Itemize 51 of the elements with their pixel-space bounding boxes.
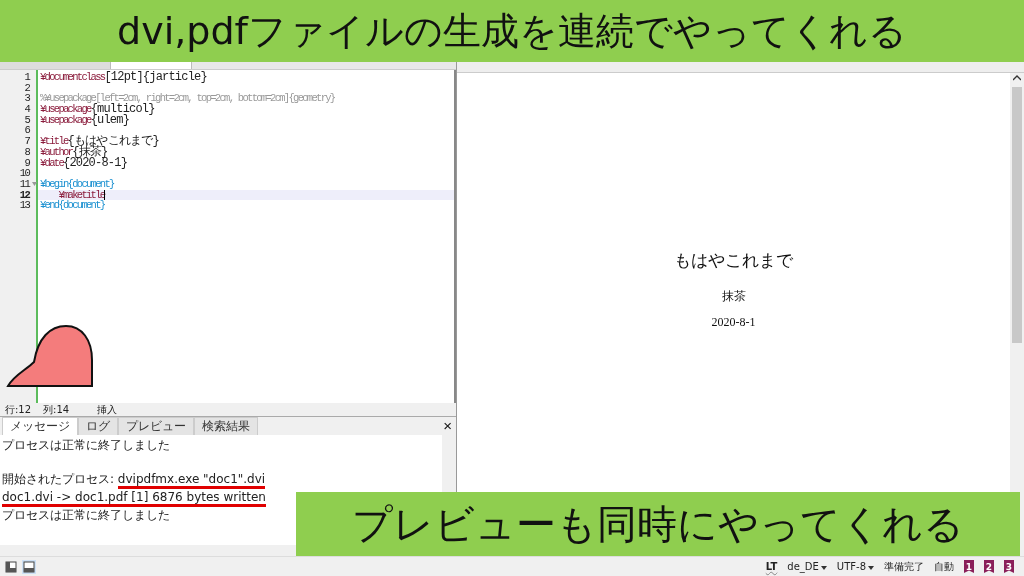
bookmark-button[interactable]: 2 bbox=[984, 560, 994, 573]
scrollbar-thumb[interactable] bbox=[1012, 87, 1022, 343]
code-line: ¥end{document} bbox=[40, 199, 105, 212]
panel-tab[interactable]: ログ bbox=[78, 417, 118, 435]
dropdown-button[interactable]: de_DE bbox=[787, 561, 827, 572]
caret-icon bbox=[868, 566, 874, 570]
language-tool-button[interactable]: LT bbox=[765, 561, 778, 572]
code-line: ¥maketitle bbox=[57, 188, 106, 201]
line-number: 3 bbox=[23, 93, 31, 105]
line-number: 1 bbox=[23, 72, 31, 83]
code-line: ¥usepackage{multicol} bbox=[40, 103, 155, 116]
status-label: 準備完了 bbox=[884, 559, 924, 574]
line-number: 10 bbox=[18, 168, 31, 179]
layout-icon[interactable] bbox=[4, 559, 18, 574]
scroll-up-icon[interactable] bbox=[1013, 75, 1021, 81]
panel-tab[interactable]: プレビュー bbox=[118, 417, 194, 435]
bookmark-button[interactable]: 1 bbox=[964, 560, 974, 573]
bookmark-button[interactable]: 3 bbox=[1004, 560, 1014, 573]
line-indicator: 行:12 bbox=[5, 402, 32, 417]
line-number: 5 bbox=[23, 114, 31, 126]
document-date: 2020-8-1 bbox=[711, 315, 756, 330]
code-line: ¥usepackage{ulem} bbox=[40, 113, 130, 126]
line-number: 8 bbox=[23, 146, 31, 158]
line-number: 2 bbox=[23, 82, 31, 94]
message-line: 開始されたプロセス: dvipdfmx.exe "doc1".dvi bbox=[2, 472, 440, 486]
line-number: 11 bbox=[0, 178, 36, 190]
caret-icon bbox=[820, 566, 827, 570]
panel-tab[interactable]: メッセージ bbox=[2, 417, 78, 435]
column-indicator: 列:14 bbox=[43, 402, 70, 417]
insert-mode-label: 挿入 bbox=[97, 402, 118, 417]
line-number: 12 bbox=[18, 189, 31, 201]
panel-tab[interactable]: 検索結果 bbox=[194, 417, 258, 435]
line-number: 7 bbox=[23, 136, 31, 147]
line-number: 9 bbox=[23, 157, 31, 169]
code-line: ¥begin{document} bbox=[40, 177, 114, 190]
status-label: 自動 bbox=[934, 559, 954, 574]
document-title: もはやこれまで bbox=[674, 249, 793, 272]
caption-overlay: プレビューも同時にやってくれる bbox=[296, 492, 1020, 556]
code-line: ¥author{抹茶} bbox=[40, 145, 108, 158]
dropdown-button[interactable]: UTF-8 bbox=[836, 561, 874, 572]
line-number: 6 bbox=[23, 125, 31, 137]
caption-overlay: dvi,pdfファイルの生成を連続でやってくれる bbox=[0, 0, 1024, 62]
message-line: プロセスは正常に終了しました bbox=[2, 508, 171, 522]
document-author: 抹茶 bbox=[721, 288, 746, 305]
line-number: 4 bbox=[23, 104, 31, 115]
code-line: ¥date{2020-8-1} bbox=[40, 156, 128, 169]
message-line: プロセスは正常に終了しました bbox=[2, 438, 171, 452]
line-number: 13 bbox=[18, 200, 31, 211]
layout-icon[interactable] bbox=[22, 559, 36, 574]
close-button[interactable]: × bbox=[443, 418, 452, 433]
code-line: ¥documentclass[12pt]{jarticle} bbox=[40, 71, 207, 83]
